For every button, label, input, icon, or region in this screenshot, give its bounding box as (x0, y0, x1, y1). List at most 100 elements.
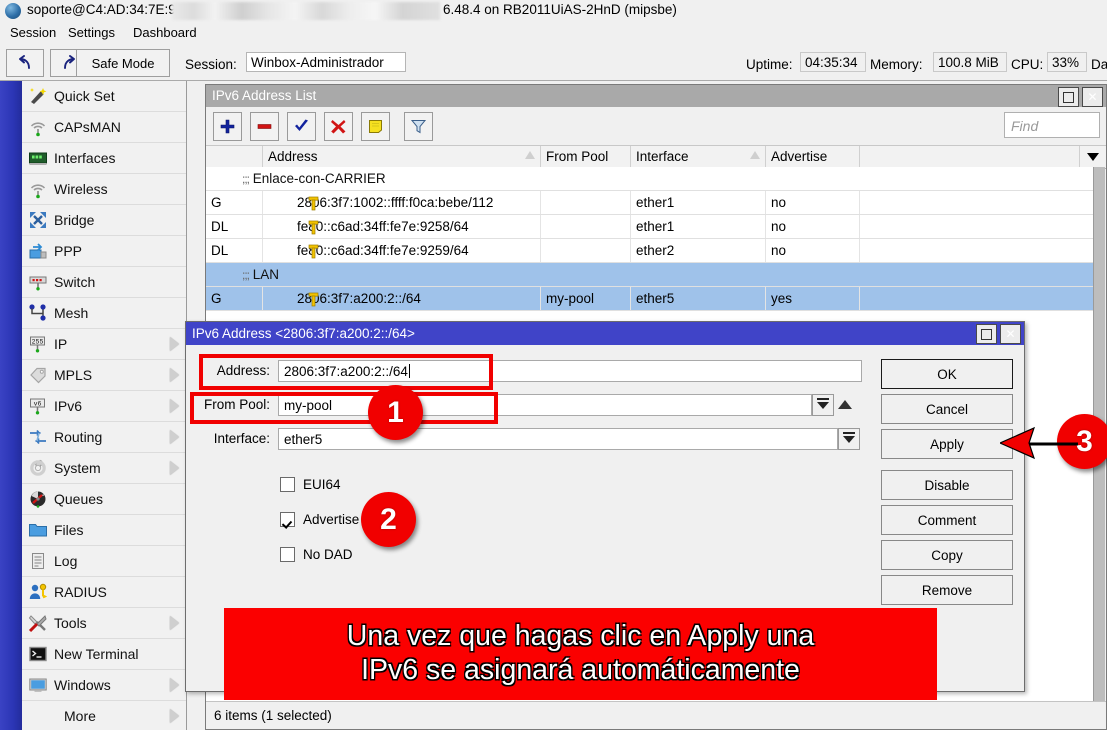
cell-advertise: no (766, 191, 860, 214)
cell-advertise: no (766, 239, 860, 262)
sidebar-item-routing[interactable]: Routing (22, 422, 186, 453)
disable-button[interactable]: Disable (881, 470, 1013, 500)
sidebar-item-log[interactable]: Log (22, 546, 186, 577)
memory-value: 100.8 MiB (933, 52, 1007, 72)
eui64-label: EUI64 (303, 477, 341, 492)
row-comment: ;;; LAN (242, 263, 279, 286)
col-advertise-label: Advertise (771, 149, 827, 164)
sidebar-item-windows[interactable]: Windows (22, 670, 186, 701)
interface-dropdown-button[interactable] (838, 428, 860, 450)
undo-button[interactable] (6, 49, 44, 77)
advertise-checkbox[interactable] (280, 512, 295, 527)
sidebar-item-label: Quick Set (54, 88, 115, 104)
copy-button[interactable]: Copy (881, 540, 1013, 570)
memory-label: Memory: (870, 57, 923, 72)
interface-input[interactable]: ether5 (278, 428, 838, 450)
no-dad-checkbox[interactable] (280, 547, 295, 562)
enable-button[interactable] (287, 112, 316, 141)
sidebar-item-new-terminal[interactable]: New Terminal (22, 639, 186, 670)
maximize-icon[interactable] (1058, 87, 1079, 107)
mesh-icon (22, 298, 54, 328)
apply-button[interactable]: Apply (881, 429, 1013, 459)
sidebar-item-label: IPv6 (54, 398, 82, 414)
table-comment-row[interactable]: ;;; LAN (206, 263, 1094, 287)
menu-dashboard[interactable]: Dashboard (127, 24, 203, 42)
list-toolbar: Find (206, 107, 1106, 143)
comment-button[interactable]: Comment (881, 505, 1013, 535)
no-dad-row[interactable]: No DAD (280, 547, 353, 562)
wand-icon (28, 86, 48, 106)
col-extra[interactable] (860, 146, 1082, 168)
advertise-row[interactable]: Advertise (280, 512, 359, 527)
submenu-arrow-icon (170, 616, 179, 630)
switch-icon (22, 267, 54, 297)
sidebar-item-wireless[interactable]: Wireless (22, 174, 186, 205)
sidebar-item-queues[interactable]: Queues (22, 484, 186, 515)
find-input[interactable]: Find (1004, 112, 1100, 138)
sidebar-item-ip[interactable]: 255IP (22, 329, 186, 360)
col-interface[interactable]: Interface (631, 146, 766, 168)
ppp-icon (28, 241, 48, 261)
address-label: Address: (204, 360, 270, 382)
callout-2: 2 (361, 492, 416, 547)
col-flags[interactable] (206, 146, 263, 168)
menu-session[interactable]: Session (4, 24, 62, 42)
cell-extra (860, 239, 1094, 262)
title-redacted-region (172, 2, 440, 20)
sidebar-item-radius[interactable]: RADIUS (22, 577, 186, 608)
dialog-maximize-icon[interactable] (976, 324, 997, 344)
antenna-icon (28, 179, 48, 199)
from-pool-dropdown-button[interactable] (812, 394, 834, 416)
col-address[interactable]: Address (263, 146, 541, 168)
col-from-pool[interactable]: From Pool (541, 146, 631, 168)
eui64-checkbox[interactable] (280, 477, 295, 492)
from-pool-up-arrow-icon[interactable] (838, 400, 852, 409)
session-value[interactable]: Winbox-Administrador (246, 52, 406, 72)
table-comment-row[interactable]: ;;; Enlace-con-CARRIER (206, 167, 1094, 191)
filter-button[interactable] (404, 112, 433, 141)
sidebar-item-quick-set[interactable]: Quick Set (22, 81, 186, 112)
sidebar-item-more[interactable]: More (22, 701, 186, 730)
address-input[interactable]: 2806:3f7:a200:2::/64 (278, 360, 862, 382)
sidebar-item-switch[interactable]: Switch (22, 267, 186, 298)
table-row[interactable]: DLfe80::c6ad:34ff:fe7e:9258/64ether1no (206, 215, 1094, 239)
ip-255-icon: 255 (28, 334, 48, 354)
sidebar-item-mpls[interactable]: MPLS (22, 360, 186, 391)
comment-button[interactable] (361, 112, 390, 141)
sidebar-item-system[interactable]: System (22, 453, 186, 484)
antenna-icon (28, 117, 48, 137)
column-chooser-button[interactable] (1079, 146, 1106, 168)
cell-from-pool (541, 239, 631, 262)
comment-marker-icon: ;;; (242, 268, 249, 282)
advertise-label: Advertise (303, 512, 359, 527)
menu-settings[interactable]: Settings (62, 24, 121, 42)
table-row[interactable]: G2806:3f7:a200:2::/64my-poolether5yes (206, 287, 1094, 311)
close-icon[interactable]: ✕ (1082, 87, 1103, 107)
sidebar-item-files[interactable]: Files (22, 515, 186, 546)
ipv6-icon: v6 (28, 396, 48, 416)
col-advertise[interactable]: Advertise (766, 146, 860, 168)
sidebar-item-ppp[interactable]: PPP (22, 236, 186, 267)
disable-button[interactable] (324, 112, 353, 141)
from-pool-input[interactable]: my-pool (278, 394, 812, 416)
remove-button[interactable]: Remove (881, 575, 1013, 605)
comment-marker-icon: ;;; (242, 172, 249, 186)
remove-button[interactable] (250, 112, 279, 141)
eui64-row[interactable]: EUI64 (280, 477, 341, 492)
sidebar-item-mesh[interactable]: Mesh (22, 298, 186, 329)
safe-mode-button[interactable]: Safe Mode (76, 49, 170, 77)
add-button[interactable] (213, 112, 242, 141)
sidebar-item-label: Files (54, 522, 84, 538)
table-row[interactable]: G2806:3f7:1002::ffff:f0ca:bebe/112ether1… (206, 191, 1094, 215)
sidebar-item-tools[interactable]: Tools (22, 608, 186, 639)
sidebar-item-bridge[interactable]: Bridge (22, 205, 186, 236)
sidebar-item-capsman[interactable]: CAPsMAN (22, 112, 186, 143)
ok-button[interactable]: OK (881, 359, 1013, 389)
address-pin-icon (307, 243, 320, 258)
dialog-close-icon[interactable]: ✕ (1000, 324, 1021, 344)
cell-advertise: no (766, 215, 860, 238)
cancel-button[interactable]: Cancel (881, 394, 1013, 424)
sidebar-item-interfaces[interactable]: Interfaces (22, 143, 186, 174)
sidebar-item-ipv6[interactable]: v6 IPv6 (22, 391, 186, 422)
table-row[interactable]: DLfe80::c6ad:34ff:fe7e:9259/64ether2no (206, 239, 1094, 263)
